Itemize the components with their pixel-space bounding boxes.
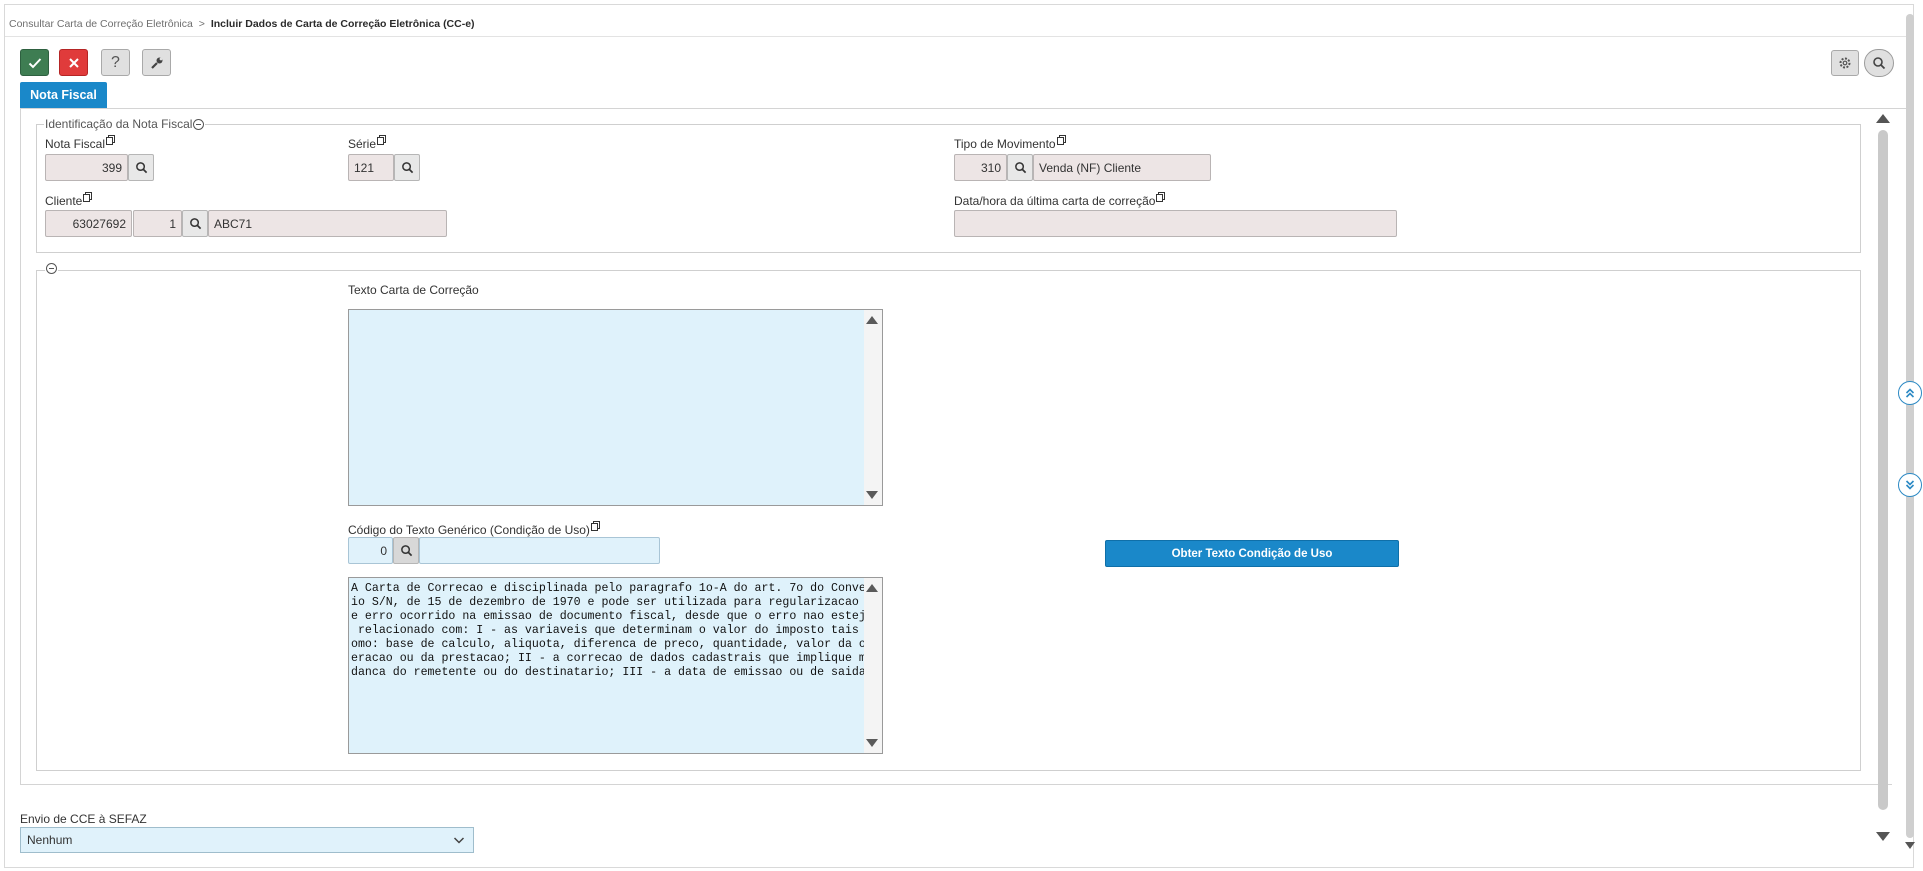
tab-nota-fiscal[interactable]: Nota Fiscal — [20, 82, 107, 108]
breadcrumb-current: Incluir Dados de Carta de Correção Eletr… — [210, 18, 475, 30]
nota-fiscal-search-button[interactable] — [128, 154, 154, 181]
codigo-texto-label: Código do Texto Genérico (Condição de Us… — [348, 521, 600, 537]
condicao-uso-text: A Carta de Correcao e disciplinada pelo … — [351, 582, 873, 679]
ultima-carta-label: Data/hora da última carta de correção — [954, 192, 1166, 208]
collapse-icon[interactable] — [46, 263, 57, 274]
serie-input[interactable]: 121 — [348, 154, 394, 181]
envio-cce-select[interactable]: Nenhum — [20, 827, 474, 853]
search-icon — [1014, 162, 1026, 174]
ultima-carta-label-text: Data/hora da última carta de correção — [954, 194, 1156, 208]
serie-search-button[interactable] — [394, 154, 420, 181]
cliente-code-input[interactable]: 63027692 — [45, 210, 132, 237]
codigo-texto-description — [419, 537, 660, 564]
confirm-button[interactable] — [20, 49, 49, 76]
tipo-movimento-search-button[interactable] — [1007, 154, 1033, 181]
scroll-to-bottom-button[interactable] — [1898, 473, 1922, 497]
cancel-button[interactable] — [59, 49, 88, 76]
copy-icon[interactable] — [590, 521, 600, 531]
double-chevron-up-icon — [1905, 388, 1915, 398]
cliente-label: Cliente — [45, 192, 93, 208]
scroll-down-icon[interactable] — [866, 739, 878, 747]
correcao-fieldset — [36, 270, 1861, 771]
chevron-down-icon — [453, 837, 465, 844]
scroll-up-icon[interactable] — [866, 316, 878, 324]
search-icon — [400, 545, 412, 557]
correcao-legend — [45, 263, 58, 274]
condicao-uso-textarea[interactable]: A Carta de Correcao e disciplinada pelo … — [348, 577, 883, 754]
breadcrumb: Consultar Carta de Correção Eletrônica >… — [9, 18, 475, 30]
texto-carta-label: Texto Carta de Correção — [348, 283, 479, 297]
codigo-texto-input[interactable]: 0 — [348, 537, 393, 564]
copy-icon[interactable] — [1056, 135, 1066, 145]
scroll-up-icon[interactable] — [866, 584, 878, 592]
ultima-carta-input — [954, 210, 1397, 237]
scroll-to-top-button[interactable] — [1898, 381, 1922, 405]
copy-icon[interactable] — [83, 192, 93, 202]
cliente-search-button[interactable] — [182, 210, 208, 237]
page-scroll-down-icon[interactable] — [1905, 842, 1915, 849]
cliente-name: ABC71 — [208, 210, 447, 237]
search-icon — [1873, 57, 1886, 70]
tipo-movimento-label: Tipo de Movimento — [954, 135, 1066, 151]
help-button[interactable]: ? — [101, 49, 130, 76]
codigo-texto-label-text: Código do Texto Genérico (Condição de Us… — [348, 523, 590, 537]
search-icon — [401, 162, 413, 174]
check-icon — [28, 57, 41, 68]
help-label: ? — [111, 53, 120, 71]
codigo-texto-search-button[interactable] — [393, 537, 419, 564]
nota-fiscal-label: Nota Fiscal — [45, 135, 116, 151]
identificacao-legend-label: Identificação da Nota Fiscal — [45, 117, 193, 131]
gear-icon — [1839, 57, 1851, 69]
panel-scroll-down-icon[interactable] — [1876, 832, 1890, 841]
tipo-movimento-label-text: Tipo de Movimento — [954, 137, 1056, 151]
tools-button[interactable] — [142, 49, 171, 76]
page-scrollbar-thumb[interactable] — [1906, 14, 1914, 838]
obter-texto-button[interactable]: Obter Texto Condição de Uso — [1105, 540, 1399, 567]
tipo-movimento-code-input[interactable]: 310 — [954, 154, 1007, 181]
tipo-movimento-description: Venda (NF) Cliente — [1033, 154, 1211, 181]
panel-scroll-up-icon[interactable] — [1876, 114, 1890, 123]
close-icon — [68, 57, 79, 68]
scrollbar[interactable] — [864, 578, 882, 753]
breadcrumb-divider — [5, 36, 1913, 37]
scrollbar[interactable] — [864, 310, 882, 505]
nota-fiscal-input[interactable]: 399 — [45, 154, 128, 181]
copy-icon[interactable] — [377, 135, 387, 145]
breadcrumb-parent-link[interactable]: Consultar Carta de Correção Eletrônica — [9, 18, 193, 30]
panel-scrollbar-thumb[interactable] — [1878, 130, 1888, 810]
texto-carta-textarea[interactable] — [348, 309, 883, 506]
search-icon — [135, 162, 147, 174]
collapse-icon[interactable] — [193, 118, 205, 130]
copy-icon[interactable] — [106, 135, 116, 145]
cliente-branch-input[interactable]: 1 — [133, 210, 182, 237]
copy-icon[interactable] — [1156, 192, 1166, 202]
scroll-down-icon[interactable] — [866, 491, 878, 499]
envio-cce-label: Envio de CCE à SEFAZ — [20, 812, 147, 826]
serie-label: Série — [348, 135, 387, 151]
nota-fiscal-label-text: Nota Fiscal — [45, 137, 106, 151]
envio-cce-selected: Nenhum — [27, 833, 73, 847]
wrench-icon — [150, 57, 162, 69]
double-chevron-down-icon — [1905, 480, 1915, 490]
breadcrumb-separator: > — [198, 18, 205, 30]
search-icon — [189, 218, 201, 230]
settings-button[interactable] — [1831, 50, 1859, 76]
identificacao-legend: Identificação da Nota Fiscal — [44, 117, 206, 131]
serie-label-text: Série — [348, 137, 377, 151]
cliente-label-text: Cliente — [45, 194, 83, 208]
global-search-button[interactable] — [1864, 49, 1894, 77]
